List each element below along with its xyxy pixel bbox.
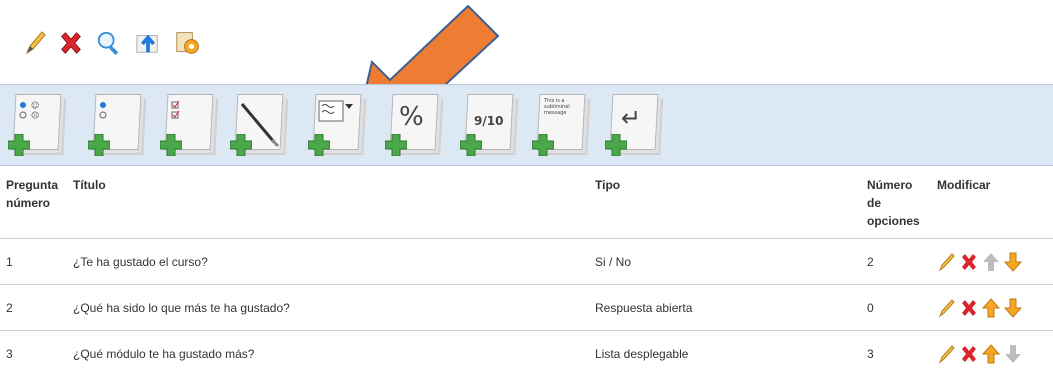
percentage-question-type[interactable]: % [385,92,447,160]
table-row: 2 ¿Qué ha sido lo que más te ha gustado?… [0,284,1053,331]
yes-no-question-type[interactable]: ☺ ☹ [8,92,70,160]
row-type: Lista desplegable [589,330,861,376]
move-down-icon[interactable] [1003,251,1023,273]
delete-row-icon[interactable] [959,343,979,365]
row-number: 1 [0,238,67,285]
move-up-icon[interactable] [981,343,1001,365]
table-row: 1 ¿Te ha gustado el curso? Si / No 2 [0,238,1053,285]
message-question-type[interactable]: This is a subliminal message [532,92,594,160]
preview-icon[interactable] [96,28,122,58]
header-number: Pregunta número [6,178,59,210]
single-choice-question-type[interactable] [88,92,150,160]
page-break-question-type[interactable]: ↵ [605,92,667,160]
delete-row-icon[interactable] [959,251,979,273]
edit-row-icon[interactable] [937,343,957,365]
row-actions [931,330,1053,376]
svg-text:☹: ☹ [31,111,39,120]
row-number: 2 [0,284,67,331]
header-options: Número de opciones [867,178,920,228]
multiple-choice-question-type[interactable] [160,92,222,160]
message-glyph: This is a subliminal message [544,98,570,116]
edit-row-icon[interactable] [937,251,957,273]
row-title: ¿Te ha gustado el curso? [67,238,589,285]
svg-text:☺: ☺ [31,101,39,110]
row-options: 3 [861,330,931,376]
questions-table: Pregunta número Título Tipo Número de op… [0,168,1053,376]
delete-row-icon[interactable] [959,297,979,319]
open-answer-question-type[interactable] [230,92,292,160]
header-title: Título [73,178,106,192]
table-row: 3 ¿Qué módulo te ha gustado más? Lista d… [0,330,1053,376]
move-up-icon [981,251,1001,273]
row-title: ¿Qué ha sido lo que más te ha gustado? [67,284,589,331]
row-actions [931,284,1053,331]
row-type: Si / No [589,238,861,285]
row-options: 2 [861,238,931,285]
question-type-bar: ☺☹ % 9/10 This is a subliminal message [0,84,1053,166]
settings-icon[interactable] [175,28,201,58]
row-title: ¿Qué módulo te ha gustado más? [67,330,589,376]
export-icon[interactable] [135,28,161,58]
score-question-type[interactable]: 9/10 [460,92,522,160]
dropdown-question-type[interactable] [308,92,370,160]
edit-row-icon[interactable] [937,297,957,319]
score-glyph: 9/10 [474,114,504,128]
row-number: 3 [0,330,67,376]
main-toolbar [0,0,1053,82]
header-modify: Modificar [937,178,991,192]
page-break-glyph: ↵ [621,104,642,132]
table-header-row: Pregunta número Título Tipo Número de op… [0,168,1053,239]
move-up-icon[interactable] [981,297,1001,319]
row-type: Respuesta abierta [589,284,861,331]
delete-icon[interactable] [58,28,84,58]
header-type: Tipo [595,178,621,192]
edit-icon[interactable] [22,28,48,58]
move-down-icon [1003,343,1023,365]
percentage-glyph: % [399,102,424,132]
row-options: 0 [861,284,931,331]
row-actions [931,238,1053,285]
move-down-icon[interactable] [1003,297,1023,319]
